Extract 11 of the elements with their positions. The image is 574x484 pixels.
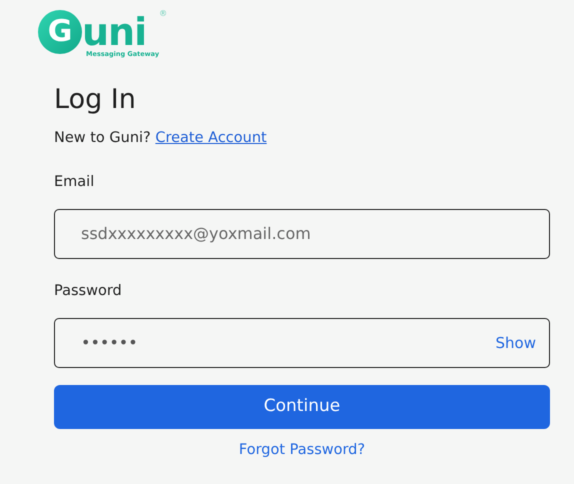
registered-mark: ® — [159, 10, 168, 18]
forgot-password-link[interactable]: Forgot Password? — [238, 442, 366, 458]
page-title: Log In — [54, 84, 137, 116]
show-password-button[interactable]: Show — [496, 332, 536, 354]
create-account-link[interactable]: Create Account — [155, 130, 267, 146]
email-field[interactable]: ssdxxxxxxxxx@yoxmail.com — [54, 208, 550, 259]
email-label: Email — [54, 173, 96, 192]
continue-button[interactable]: Continue — [54, 384, 550, 429]
signup-prompt: New to Guni? — [54, 130, 151, 146]
password-label: Password — [54, 282, 123, 301]
logo-letter: G — [38, 10, 82, 54]
